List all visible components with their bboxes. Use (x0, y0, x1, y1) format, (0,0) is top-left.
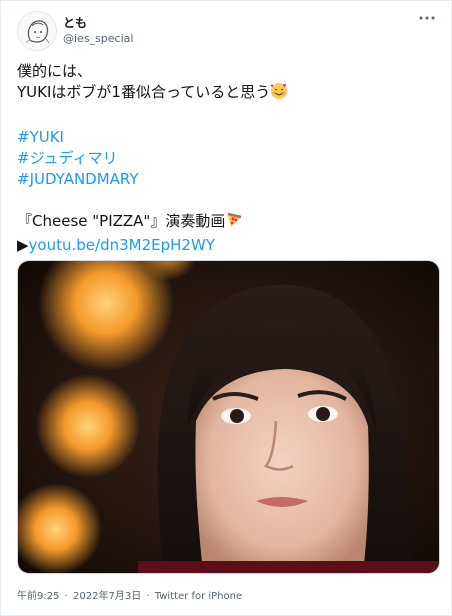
hashtag-judyandmary[interactable]: #JUDYANDMARY (17, 169, 435, 190)
more-icon[interactable] (417, 11, 437, 31)
tweet-date[interactable]: 2022年7月3日 (73, 591, 141, 602)
hashtag-judimari[interactable]: #ジュディマリ (17, 148, 435, 169)
separator: · (146, 591, 150, 602)
play-arrow-icon: ▶ (17, 236, 29, 254)
display-name[interactable]: とも (63, 14, 87, 31)
separator: · (64, 591, 68, 602)
tweet-line-1: 僕的には、 (17, 62, 93, 80)
tweet-card: とも @ies_special 僕的には、 YUKIはボブが1番似合っていると思… (0, 0, 452, 616)
video-still-photo (18, 261, 439, 573)
tweet-header: とも @ies_special (17, 11, 437, 51)
tweet-line-2: YUKIはボブが1番似合っていると思う (17, 82, 435, 106)
pizza-emoji (225, 211, 243, 235)
tweet-timestamp: 午前9:25 · 2022年7月3日 · Twitter for iPhone (17, 587, 242, 602)
video-title-line: 『Cheese "PIZZA"』演奏動画 (17, 211, 435, 235)
video-title: 『Cheese "PIZZA"』演奏動画 (17, 212, 226, 230)
tweet-source[interactable]: Twitter for iPhone (155, 591, 242, 602)
video-link-line: ▶youtu.be/dn3M2EpH2WY (17, 235, 435, 256)
avatar[interactable] (17, 11, 57, 51)
avatar-illustration (18, 12, 56, 50)
youtube-link[interactable]: youtu.be/dn3M2EpH2WY (29, 236, 215, 254)
smiling-face-with-hearts-emoji (270, 82, 288, 106)
tweet-time[interactable]: 午前9:25 (17, 591, 59, 602)
user-handle[interactable]: @ies_special (63, 32, 133, 45)
tweet-media-image[interactable] (17, 260, 440, 574)
tweet-text: 僕的には、 YUKIはボブが1番似合っていると思う #YUKI #ジュディマリ … (17, 61, 435, 256)
tweet-line-2-text: YUKIはボブが1番似合っていると思う (17, 83, 271, 101)
hashtag-yuki[interactable]: #YUKI (17, 127, 435, 148)
